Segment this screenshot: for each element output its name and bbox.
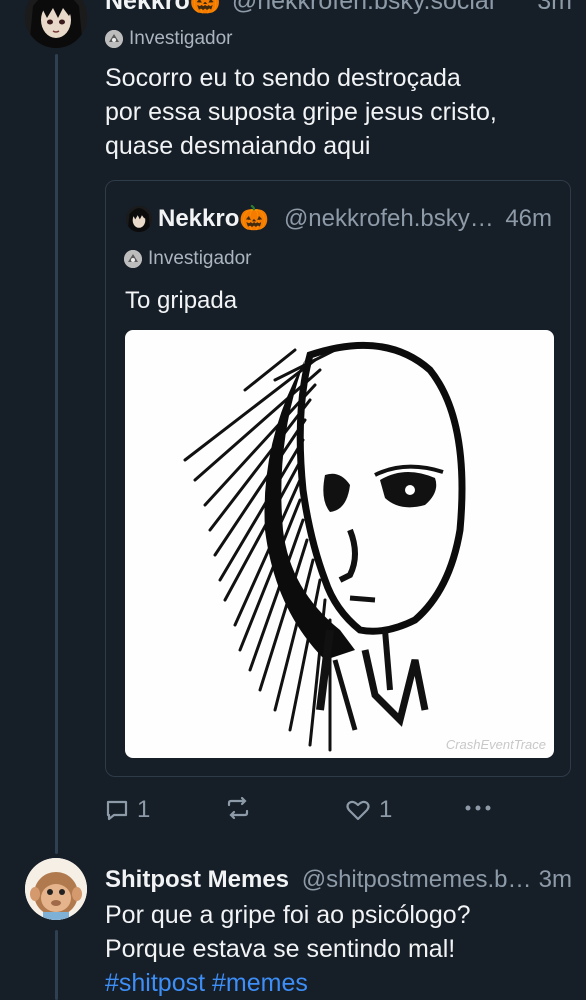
- post-header: Nekkro🎃 @nekkrofeh.bsky.social: [105, 0, 575, 15]
- post-text-line: Porque estava se sentindo mal!: [105, 935, 456, 963]
- label-text: Investigador: [129, 28, 233, 49]
- pumpkin-emoji: 🎃: [239, 205, 270, 232]
- thread-line: [55, 54, 58, 854]
- avatar[interactable]: [25, 858, 87, 920]
- label-icon: [124, 250, 142, 268]
- post-time[interactable]: 3m: [537, 0, 572, 16]
- avatar[interactable]: [25, 0, 87, 48]
- reply-icon: [106, 800, 128, 821]
- quote-label-badge[interactable]: Investigador: [124, 248, 252, 270]
- face-sketch-illustration: [183, 341, 466, 752]
- more-options-button[interactable]: [463, 796, 493, 820]
- post-time[interactable]: 3m: [539, 866, 572, 894]
- post-text: Socorro eu to sendo destroçada por essa …: [105, 61, 575, 163]
- repost-button[interactable]: [225, 796, 259, 820]
- hashtag-link[interactable]: #shitpost: [105, 969, 205, 997]
- post-header: Shitpost Memes @shitpostmemes.b…: [105, 866, 531, 894]
- hashtag-link[interactable]: #memes: [212, 969, 308, 997]
- label-icon: [105, 30, 123, 48]
- quote-author-handle[interactable]: @nekkrofeh.bsky…: [284, 205, 494, 232]
- more-icon: [465, 805, 491, 811]
- quote-label-text: Investigador: [148, 248, 252, 269]
- reply-count: 1: [137, 796, 151, 823]
- post-text-line: Socorro eu to sendo destroçada: [105, 64, 461, 92]
- like-count: 1: [379, 796, 393, 823]
- post-text-line: por essa suposta gripe jesus cristo,: [105, 98, 497, 126]
- repost-icon: [227, 796, 249, 820]
- author-name[interactable]: Nekkro: [105, 0, 190, 15]
- author-handle[interactable]: @shitpostmemes.b…: [302, 866, 532, 893]
- quote-text: To gripada: [125, 287, 238, 314]
- quote-avatar[interactable]: [126, 206, 152, 232]
- label-badge[interactable]: Investigador: [105, 28, 233, 50]
- image-watermark: CrashEventTrace: [445, 737, 546, 752]
- thread-line: [55, 930, 58, 1000]
- quoted-post[interactable]: Nekkro🎃 @nekkrofeh.bsky… 46m Investigado…: [105, 180, 571, 777]
- author-handle[interactable]: @nekkrofeh.bsky.social: [232, 0, 495, 15]
- quote-time[interactable]: 46m: [505, 205, 552, 233]
- post-text-line: Por que a gripe foi ao psicólogo?: [105, 901, 471, 929]
- author-name[interactable]: Shitpost Memes: [105, 866, 289, 893]
- quote-header: Nekkro🎃 @nekkrofeh.bsky…: [158, 204, 494, 233]
- post-text: Por que a gripe foi ao psicólogo? Porque…: [105, 898, 575, 1000]
- quote-author-name[interactable]: Nekkro: [158, 205, 239, 232]
- quote-image[interactable]: CrashEventTrace: [125, 330, 554, 758]
- heart-icon: [346, 800, 370, 821]
- pumpkin-emoji: 🎃: [189, 0, 221, 15]
- reply-button[interactable]: 1: [105, 796, 150, 824]
- like-button[interactable]: 1: [345, 796, 392, 824]
- post-text-line: quase desmaiando aqui: [105, 132, 371, 160]
